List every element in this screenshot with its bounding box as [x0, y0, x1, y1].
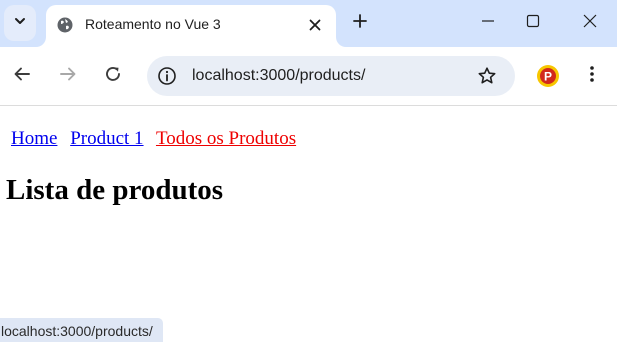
tab-strip: Roteamento no Vue 3: [0, 0, 617, 47]
forward-button[interactable]: [56, 64, 80, 88]
svg-text:P: P: [544, 70, 552, 84]
close-icon[interactable]: [306, 16, 324, 34]
minimize-button[interactable]: [476, 11, 500, 35]
arrow-left-icon: [13, 65, 31, 88]
three-dots-vertical-icon: [589, 65, 595, 88]
back-button[interactable]: [10, 64, 34, 88]
reload-button[interactable]: [101, 64, 125, 88]
new-tab-button[interactable]: [349, 12, 371, 34]
status-bar: localhost:3000/products/: [0, 318, 163, 342]
more-menu-button[interactable]: [584, 64, 600, 88]
page-heading: Lista de produtos: [6, 174, 224, 206]
reload-icon: [104, 65, 122, 88]
address-bar[interactable]: localhost:3000/products/: [147, 56, 515, 96]
plus-icon: [352, 13, 368, 34]
close-window-icon: [583, 14, 597, 33]
maximize-button[interactable]: [521, 11, 545, 35]
router-nav: Home Product 1 Todos os Produtos: [11, 128, 304, 150]
maximize-icon: [526, 14, 540, 33]
globe-icon: [57, 17, 73, 33]
page-content: Home Product 1 Todos os Produtos Lista d…: [0, 106, 617, 342]
nav-link-product-1[interactable]: Product 1: [70, 128, 143, 149]
close-window-button[interactable]: [578, 11, 602, 35]
tab-search-button[interactable]: [4, 5, 36, 41]
extension-icon[interactable]: P: [536, 64, 560, 88]
nav-link-all-products[interactable]: Todos os Produtos: [156, 128, 296, 149]
site-info-icon[interactable]: [157, 66, 177, 86]
browser-tab[interactable]: Roteamento no Vue 3: [46, 5, 336, 47]
browser-toolbar: localhost:3000/products/: [0, 47, 617, 106]
chevron-down-icon: [13, 14, 27, 33]
arrow-right-icon: [59, 65, 77, 88]
minimize-icon: [481, 14, 495, 33]
bookmark-star-icon[interactable]: [477, 66, 497, 86]
url-text[interactable]: localhost:3000/products/: [192, 67, 365, 85]
tab-title: Roteamento no Vue 3: [85, 16, 221, 32]
nav-link-home[interactable]: Home: [11, 128, 57, 149]
